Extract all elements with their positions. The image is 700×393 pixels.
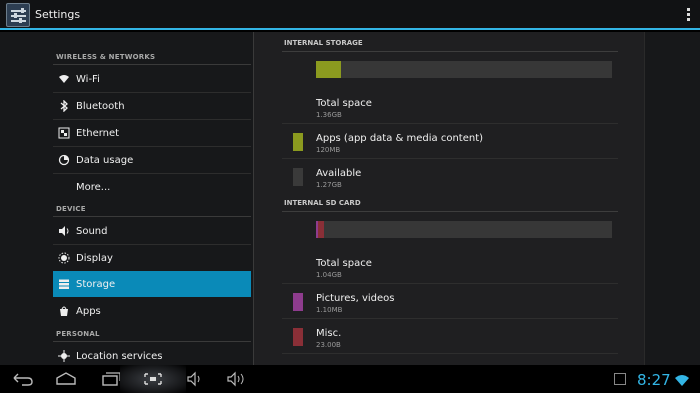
apps-storage-row[interactable]: Apps (app data & media content) 120MB: [282, 125, 618, 161]
sidebar-item-label: Sound: [76, 226, 108, 237]
apps-usage-segment: [316, 61, 341, 78]
sidebar-item-label: Ethernet: [76, 128, 120, 139]
total-space-label: Total space: [316, 98, 372, 109]
internal-storage-usage-bar: [316, 61, 612, 78]
apps-value: 120MB: [316, 146, 341, 154]
divider: [53, 64, 251, 65]
sidebar-item-ethernet[interactable]: Ethernet: [53, 120, 251, 146]
sidebar-item-label: Display: [76, 253, 113, 264]
volume-up-icon[interactable]: [222, 369, 252, 389]
divider: [282, 283, 618, 284]
storage-detail-pane: INTERNAL STORAGE Total space 1.36GB Apps…: [253, 32, 645, 365]
internal-sd-card-header: INTERNAL SD CARD: [284, 199, 361, 207]
divider: [53, 216, 251, 217]
internal-storage-header: INTERNAL STORAGE: [284, 39, 363, 47]
sidebar-item-more[interactable]: More...: [53, 174, 251, 200]
system-navigation-bar: 8:27: [0, 365, 700, 393]
misc-storage-row[interactable]: Misc. 23.00B: [282, 320, 618, 356]
internal-total-space-row[interactable]: Total space 1.36GB: [282, 90, 618, 126]
home-icon[interactable]: [51, 369, 81, 389]
app-title: Settings: [35, 8, 81, 21]
action-bar: Settings: [0, 0, 700, 30]
speaker-icon: [58, 225, 70, 237]
sidebar-item-label: Bluetooth: [76, 101, 125, 112]
available-label: Available: [316, 168, 362, 179]
divider: [282, 211, 618, 212]
section-header-wireless: WIRELESS & NETWORKS: [56, 53, 156, 61]
pictures-videos-row[interactable]: Pictures, videos 1.10MB: [282, 285, 618, 321]
misc-color-swatch: [293, 328, 303, 346]
apps-color-swatch: [293, 133, 303, 151]
sidebar-item-display[interactable]: Display: [53, 245, 251, 271]
divider: [282, 353, 618, 354]
pictures-value: 1.10MB: [316, 306, 343, 314]
misc-label: Misc.: [316, 328, 342, 339]
sidebar-item-label: Apps: [76, 306, 101, 317]
divider: [282, 51, 618, 52]
volume-down-icon[interactable]: [180, 369, 210, 389]
location-icon: [58, 350, 70, 362]
divider: [282, 318, 618, 319]
ethernet-icon: [58, 127, 70, 139]
sd-card-usage-bar: [316, 221, 612, 238]
available-value: 1.27GB: [316, 181, 342, 189]
divider: [282, 123, 618, 124]
settings-sidebar: WIRELESS & NETWORKS Wi-Fi Bluetooth Ethe…: [53, 32, 251, 365]
storage-icon: [58, 278, 70, 290]
section-header-personal: PERSONAL: [56, 330, 100, 338]
sidebar-item-bluetooth[interactable]: Bluetooth: [53, 93, 251, 119]
available-storage-row[interactable]: Available 1.27GB: [282, 160, 618, 196]
settings-content: WIRELESS & NETWORKS Wi-Fi Bluetooth Ethe…: [0, 32, 700, 365]
wifi-icon: [58, 73, 70, 85]
misc-usage-segment: [318, 221, 324, 238]
brightness-icon: [58, 252, 70, 264]
sidebar-item-apps[interactable]: Apps: [53, 298, 251, 324]
screenshot-icon[interactable]: [138, 369, 168, 389]
sd-total-space-row[interactable]: Total space 1.04GB: [282, 250, 618, 286]
bluetooth-icon: [58, 99, 70, 113]
sidebar-item-label: Wi-Fi: [76, 74, 100, 85]
sidebar-item-label: Data usage: [76, 155, 134, 166]
gallery-notification-icon[interactable]: [614, 373, 626, 385]
clock[interactable]: 8:27: [637, 371, 671, 389]
sidebar-item-data-usage[interactable]: Data usage: [53, 147, 251, 173]
total-space-value: 1.36GB: [316, 111, 342, 119]
back-icon[interactable]: [8, 369, 38, 389]
sidebar-item-storage[interactable]: Storage: [53, 271, 251, 297]
total-space-label: Total space: [316, 258, 372, 269]
settings-app-icon[interactable]: [6, 3, 30, 27]
overflow-menu-icon[interactable]: [686, 8, 692, 24]
pictures-label: Pictures, videos: [316, 293, 395, 304]
sidebar-item-label: Storage: [76, 279, 116, 290]
wifi-signal-icon[interactable]: [674, 372, 690, 386]
divider: [282, 158, 618, 159]
sidebar-item-wifi[interactable]: Wi-Fi: [53, 66, 251, 92]
apps-icon: [58, 305, 70, 317]
data-usage-icon: [58, 154, 70, 166]
total-space-value: 1.04GB: [316, 271, 342, 279]
section-header-device: DEVICE: [56, 205, 86, 213]
pictures-color-swatch: [293, 293, 303, 311]
sidebar-item-sound[interactable]: Sound: [53, 218, 251, 244]
available-color-swatch: [293, 168, 303, 186]
apps-label: Apps (app data & media content): [316, 133, 484, 144]
sidebar-item-label: More...: [76, 182, 111, 193]
misc-value: 23.00B: [316, 341, 341, 349]
divider: [53, 341, 251, 342]
sidebar-item-label: Location services: [76, 351, 163, 362]
